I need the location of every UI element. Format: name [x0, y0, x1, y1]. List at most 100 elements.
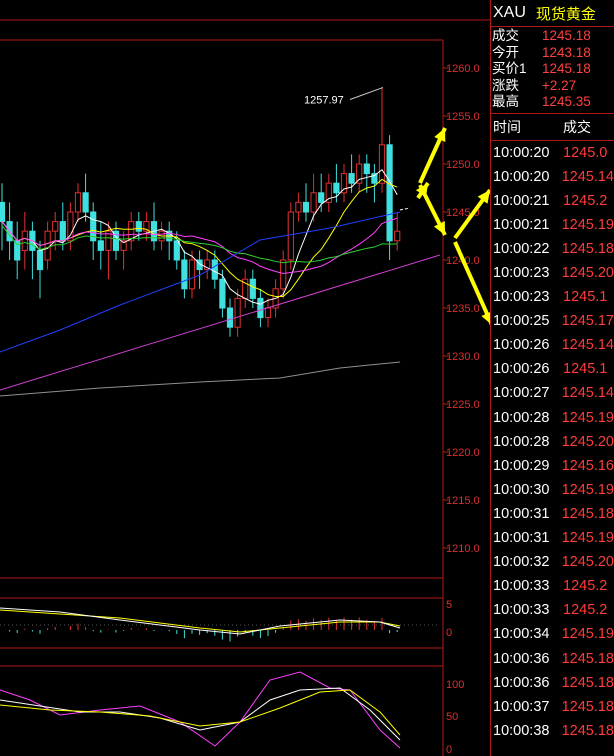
candle-body [52, 221, 59, 232]
tick-time: 10:00:26 [493, 361, 550, 378]
candle-body [249, 278, 256, 299]
quote-label: 买价1 [492, 61, 527, 76]
tick-row[interactable]: 10:00:23 1245.1 [491, 285, 614, 309]
tick-row[interactable]: 10:00:36 1245.18 [491, 646, 614, 670]
tick-row[interactable]: 10:00:29 1245.16 [491, 454, 614, 478]
tick-row[interactable]: 10:00:27 1245.14 [491, 381, 614, 405]
candle-body [264, 307, 272, 319]
tick-price: 1245.2 [563, 602, 608, 619]
tick-time: 10:00:28 [493, 433, 550, 450]
ma120-line [0, 361, 401, 397]
tick-row[interactable]: 10:00:30 1245.19 [491, 478, 614, 502]
tick-row[interactable]: 10:00:25 1245.17 [491, 309, 614, 333]
tick-price: 1245.2 [563, 192, 608, 209]
price-axis: 1260.01255.01250.01245.01240.01235.01230… [443, 63, 480, 555]
tick-row[interactable]: 10:00:26 1245.14 [491, 333, 614, 357]
candle-body [302, 201, 310, 213]
tick-row[interactable]: 10:00:20 1245.0 [491, 141, 614, 165]
tick-price: 1245.18 [561, 698, 614, 715]
trend-line [0, 254, 441, 391]
tick-price: 1245.14 [561, 168, 614, 185]
macd-tick-label: 0 [446, 627, 452, 639]
tick-row[interactable]: 10:00:31 1245.19 [491, 526, 614, 550]
candle-body [386, 144, 393, 242]
tick-time: 10:00:20 [493, 144, 550, 161]
tick-price: 1245.2 [563, 578, 608, 595]
candle-body [211, 259, 218, 280]
high-label: 1257.97 [304, 94, 344, 106]
quote-value: 1245.18 [542, 28, 591, 43]
tick-row[interactable]: 10:00:21 1245.19 [491, 213, 614, 237]
tick-price: 1245.20 [561, 554, 614, 571]
tick-price: 1245.18 [561, 722, 614, 739]
quote-header: XAU 现货黄金 [491, 0, 614, 27]
price-tick-label: 1220.0 [446, 447, 480, 459]
tick-row[interactable]: 10:00:22 1245.18 [491, 237, 614, 261]
candle-body [0, 201, 6, 223]
tick-time: 10:00:20 [493, 168, 550, 185]
tick-price: 1245.19 [561, 530, 614, 547]
candle-body [318, 192, 325, 203]
candle-body [356, 163, 363, 184]
tick-price: 1245.0 [563, 144, 608, 161]
quote-label: 最高 [492, 94, 519, 109]
tick-price: 1245.18 [561, 674, 614, 691]
tick-price: 1245.19 [561, 216, 614, 233]
candle-body [135, 221, 142, 232]
tick-time: 10:00:21 [493, 216, 550, 233]
ticks-header-time: 时间 [493, 118, 521, 135]
tick-price: 1245.14 [561, 337, 614, 354]
tick-row[interactable]: 10:00:38 1245.18 [491, 719, 614, 743]
tick-row[interactable]: 10:00:21 1245.2 [491, 189, 614, 213]
tick-row[interactable]: 10:00:32 1245.20 [491, 550, 614, 574]
tick-time: 10:00:27 [493, 385, 550, 402]
candle-body [280, 259, 287, 290]
tick-time: 10:00:33 [493, 602, 550, 619]
tick-row[interactable]: 10:00:20 1245.14 [491, 165, 614, 189]
tick-row[interactable]: 10:00:28 1245.19 [491, 406, 614, 430]
macd-tick-label: 5 [446, 599, 452, 611]
tick-price: 1245.18 [561, 505, 614, 522]
tick-row[interactable]: 10:00:33 1245.2 [491, 574, 614, 598]
tick-row[interactable]: 10:00:28 1245.20 [491, 430, 614, 454]
ticks-header: 时间 成交 [491, 112, 614, 141]
tick-row[interactable]: 10:00:37 1245.18 [491, 695, 614, 719]
candle-body [226, 307, 234, 328]
symbol-code: XAU [493, 4, 526, 21]
kline-chart[interactable]: 1260.01255.01250.01245.01240.01235.01230… [0, 0, 490, 756]
candle-body [348, 173, 355, 184]
tick-list[interactable]: 10:00:20 1245.0 10:00:20 1245.14 10:00:21 124… [491, 141, 614, 743]
tick-price: 1245.14 [561, 385, 614, 402]
quote-row: 买价1 1245.18 [491, 61, 614, 78]
quote-value: 1245.18 [542, 61, 591, 76]
tick-row[interactable]: 10:00:34 1245.19 [491, 622, 614, 646]
high-pointer [349, 87, 384, 100]
tick-row[interactable]: 10:00:31 1245.18 [491, 502, 614, 526]
tick-time: 10:00:30 [493, 481, 550, 498]
tick-row[interactable]: 10:00:23 1245.20 [491, 261, 614, 285]
quote-value: 1243.18 [542, 44, 591, 60]
candle-body [310, 192, 317, 213]
kdj-k [0, 687, 401, 741]
symbol-name: 现货黄金 [535, 5, 596, 23]
candle-body [74, 192, 82, 213]
tick-time: 10:00:29 [493, 457, 550, 474]
tick-row[interactable]: 10:00:33 1245.2 [491, 598, 614, 622]
quote-value: +2.27 [542, 77, 577, 93]
tick-price: 1245.16 [561, 457, 614, 474]
tick-price: 1245.17 [561, 313, 614, 330]
candle-body [21, 230, 28, 251]
price-tick-label: 1225.0 [446, 399, 480, 411]
candle-body [340, 173, 348, 194]
kdj-tick-label: 50 [446, 711, 458, 723]
candle-body [257, 297, 264, 319]
candle-body [394, 230, 401, 242]
macd-dif [0, 607, 401, 635]
tick-row[interactable]: 10:00:26 1245.1 [491, 357, 614, 381]
candle-body [363, 163, 370, 175]
tick-price: 1245.18 [561, 240, 614, 257]
tick-row[interactable]: 10:00:36 1245.18 [491, 671, 614, 695]
candle-body [295, 201, 302, 213]
candle-body [287, 211, 294, 261]
tick-time: 10:00:21 [493, 192, 550, 209]
